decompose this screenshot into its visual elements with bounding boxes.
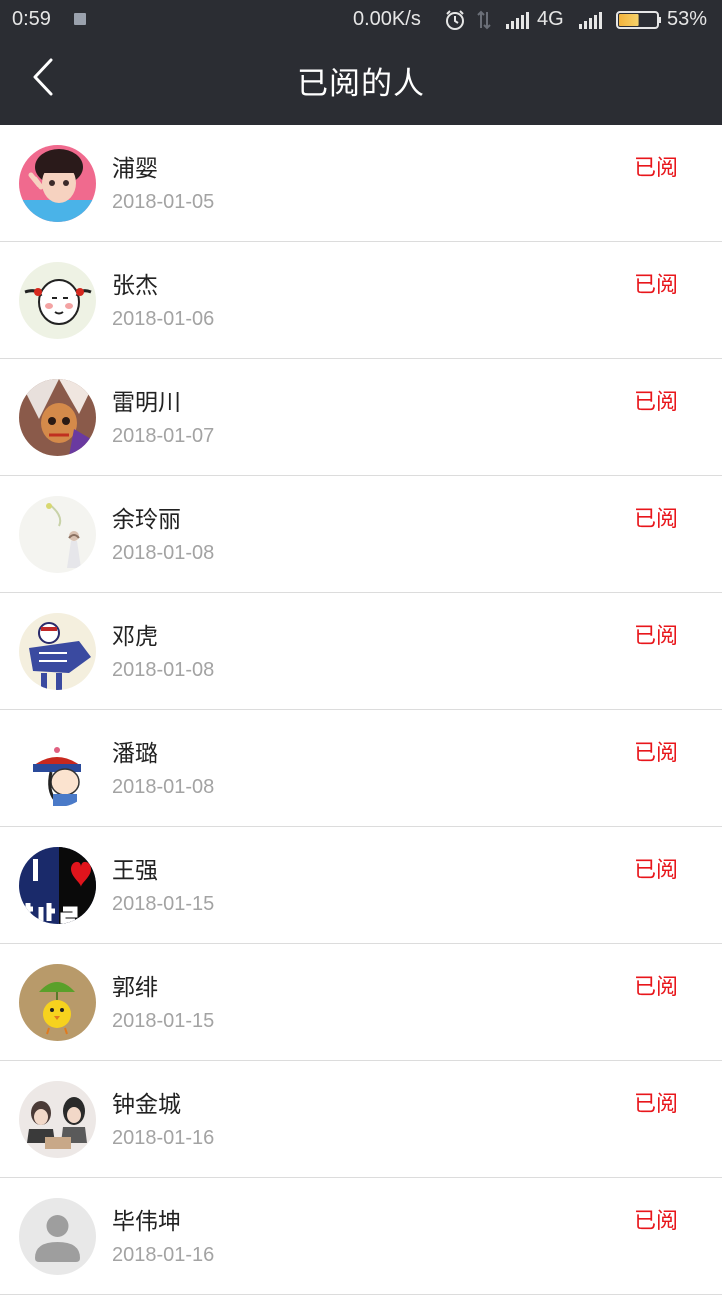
read-date: 2018-01-15 [112,1010,215,1032]
read-date: 2018-01-15 [112,893,215,915]
reader-name: 雷明川 [112,390,181,416]
read-date: 2018-01-08 [112,542,215,564]
avatar [19,847,96,924]
read-status: 已阅 [633,1209,678,1234]
read-status: 已阅 [633,858,678,883]
data-transfer-icon [477,10,491,30]
avatar [19,145,96,222]
status-bar: 0:59 0.00K/s 4G 53% [0,0,722,40]
avatar [19,964,96,1041]
avatar [19,262,96,339]
reader-name: 郭绯 [112,975,158,1001]
header: 已阅的人 [0,40,722,125]
list-item[interactable]: 毕伟坤 2018-01-16 已阅 [0,1178,722,1295]
avatar [19,496,96,573]
status-time: 0:59 [12,8,51,30]
list-item[interactable]: 郭绯 2018-01-15 已阅 [0,944,722,1061]
read-status: 已阅 [633,1092,678,1117]
battery-percent: 53% [667,8,708,30]
read-status: 已阅 [633,273,678,298]
signal-icon [506,12,529,29]
read-date: 2018-01-05 [112,191,215,213]
read-status: 已阅 [633,741,678,766]
read-status: 已阅 [633,156,678,181]
list-item[interactable]: 余玲丽 2018-01-08 已阅 [0,476,722,593]
list-item[interactable]: 王强 2018-01-15 已阅 [0,827,722,944]
reader-list: 浦婴 2018-01-05 已阅 张杰 2018-01-06 已阅 雷明川 20… [0,125,722,1295]
network-type: 4G [537,8,564,30]
network-speed: 0.00K/s [353,8,421,30]
read-date: 2018-01-16 [112,1244,215,1266]
signal-icon-secondary [579,12,602,29]
read-date: 2018-01-08 [112,776,215,798]
person-icon [46,1215,69,1237]
reader-name: 潘璐 [112,741,158,767]
read-date: 2018-01-08 [112,659,215,681]
read-status: 已阅 [633,624,678,649]
list-item[interactable]: 张杰 2018-01-06 已阅 [0,242,722,359]
reader-name: 浦婴 [112,156,158,182]
avatar [19,1081,96,1158]
reader-name: 钟金城 [112,1092,181,1118]
list-item[interactable]: 钟金城 2018-01-16 已阅 [0,1061,722,1178]
read-status: 已阅 [633,507,678,532]
list-item[interactable]: 潘璐 2018-01-08 已阅 [0,710,722,827]
list-item[interactable]: 浦婴 2018-01-05 已阅 [0,125,722,242]
read-date: 2018-01-06 [112,308,215,330]
reader-name: 毕伟坤 [112,1209,181,1235]
reader-name: 王强 [112,858,158,884]
notification-icon [74,13,86,25]
list-item[interactable]: 邓虎 2018-01-08 已阅 [0,593,722,710]
avatar [19,1198,96,1275]
read-date: 2018-01-07 [112,425,215,447]
reader-name: 余玲丽 [112,507,181,533]
page-title: 已阅的人 [297,66,425,102]
read-date: 2018-01-16 [112,1127,215,1149]
avatar [19,613,96,690]
read-status: 已阅 [633,390,678,415]
list-item[interactable]: 雷明川 2018-01-07 已阅 [0,359,722,476]
reader-name: 邓虎 [112,624,158,650]
read-status: 已阅 [633,975,678,1000]
alarm-icon [446,10,464,30]
reader-name: 张杰 [112,273,158,299]
avatar [19,379,96,456]
avatar [19,730,96,807]
battery-icon [616,11,661,29]
